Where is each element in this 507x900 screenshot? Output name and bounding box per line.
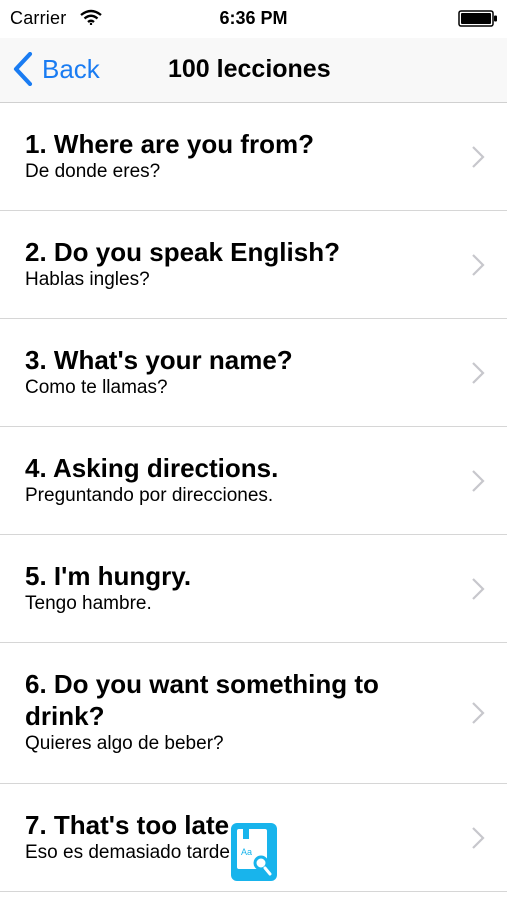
- status-bar: Carrier 6:36 PM: [0, 0, 507, 38]
- lesson-subtitle: Preguntando por direcciones.: [25, 485, 274, 506]
- lesson-row[interactable]: 2. Do you speak English? Hablas ingles?: [0, 211, 507, 319]
- lesson-title: 5. I'm hungry.: [25, 561, 192, 591]
- chevron-right-icon: [472, 577, 485, 600]
- lesson-title: 6. Do you want something to drink?: [25, 669, 379, 731]
- lesson-subtitle: Como te llamas?: [25, 377, 168, 398]
- clock-time: 6:36 PM: [219, 8, 288, 28]
- page-title: 100 lecciones: [168, 55, 331, 83]
- lesson-subtitle: Hablas ingles?: [25, 269, 150, 290]
- lesson-row[interactable]: 3. What's your name? Como te llamas?: [0, 319, 507, 427]
- lesson-subtitle: De donde eres?: [25, 161, 161, 182]
- lesson-title: 2. Do you speak English?: [25, 237, 340, 267]
- lesson-row[interactable]: 1. Where are you from? De donde eres?: [0, 103, 507, 211]
- chevron-left-icon: [13, 52, 33, 86]
- lesson-title: 4. Asking directions.: [25, 453, 279, 483]
- lesson-subtitle: Quieres algo de beber?: [25, 733, 224, 754]
- lesson-row[interactable]: 6. Do you want something to drink? Quier…: [0, 643, 507, 784]
- chevron-right-icon: [472, 469, 485, 492]
- lesson-title: 1. Where are you from?: [25, 129, 314, 159]
- back-button-label: Back: [42, 53, 100, 84]
- chevron-right-icon: [472, 361, 485, 384]
- lesson-list: 1. Where are you from? De donde eres? 2.…: [0, 103, 507, 892]
- dictionary-search-button[interactable]: Aa: [229, 821, 279, 883]
- lesson-row[interactable]: 5. I'm hungry. Tengo hambre.: [0, 535, 507, 643]
- battery-icon: [458, 10, 497, 27]
- chevron-right-icon: [472, 702, 485, 724]
- chevron-right-icon: [472, 826, 485, 849]
- lesson-title: 3. What's your name?: [25, 345, 293, 375]
- back-button[interactable]: Back: [12, 50, 100, 88]
- dictionary-search-icon: Aa: [231, 823, 277, 881]
- navigation-bar: Back 100 lecciones: [0, 38, 507, 103]
- lesson-subtitle: Tengo hambre.: [25, 593, 152, 614]
- dictionary-icon-label: Aa: [241, 847, 252, 857]
- lesson-row[interactable]: 4. Asking directions. Preguntando por di…: [0, 427, 507, 535]
- chevron-right-icon: [472, 253, 485, 276]
- chevron-right-icon: [472, 145, 485, 168]
